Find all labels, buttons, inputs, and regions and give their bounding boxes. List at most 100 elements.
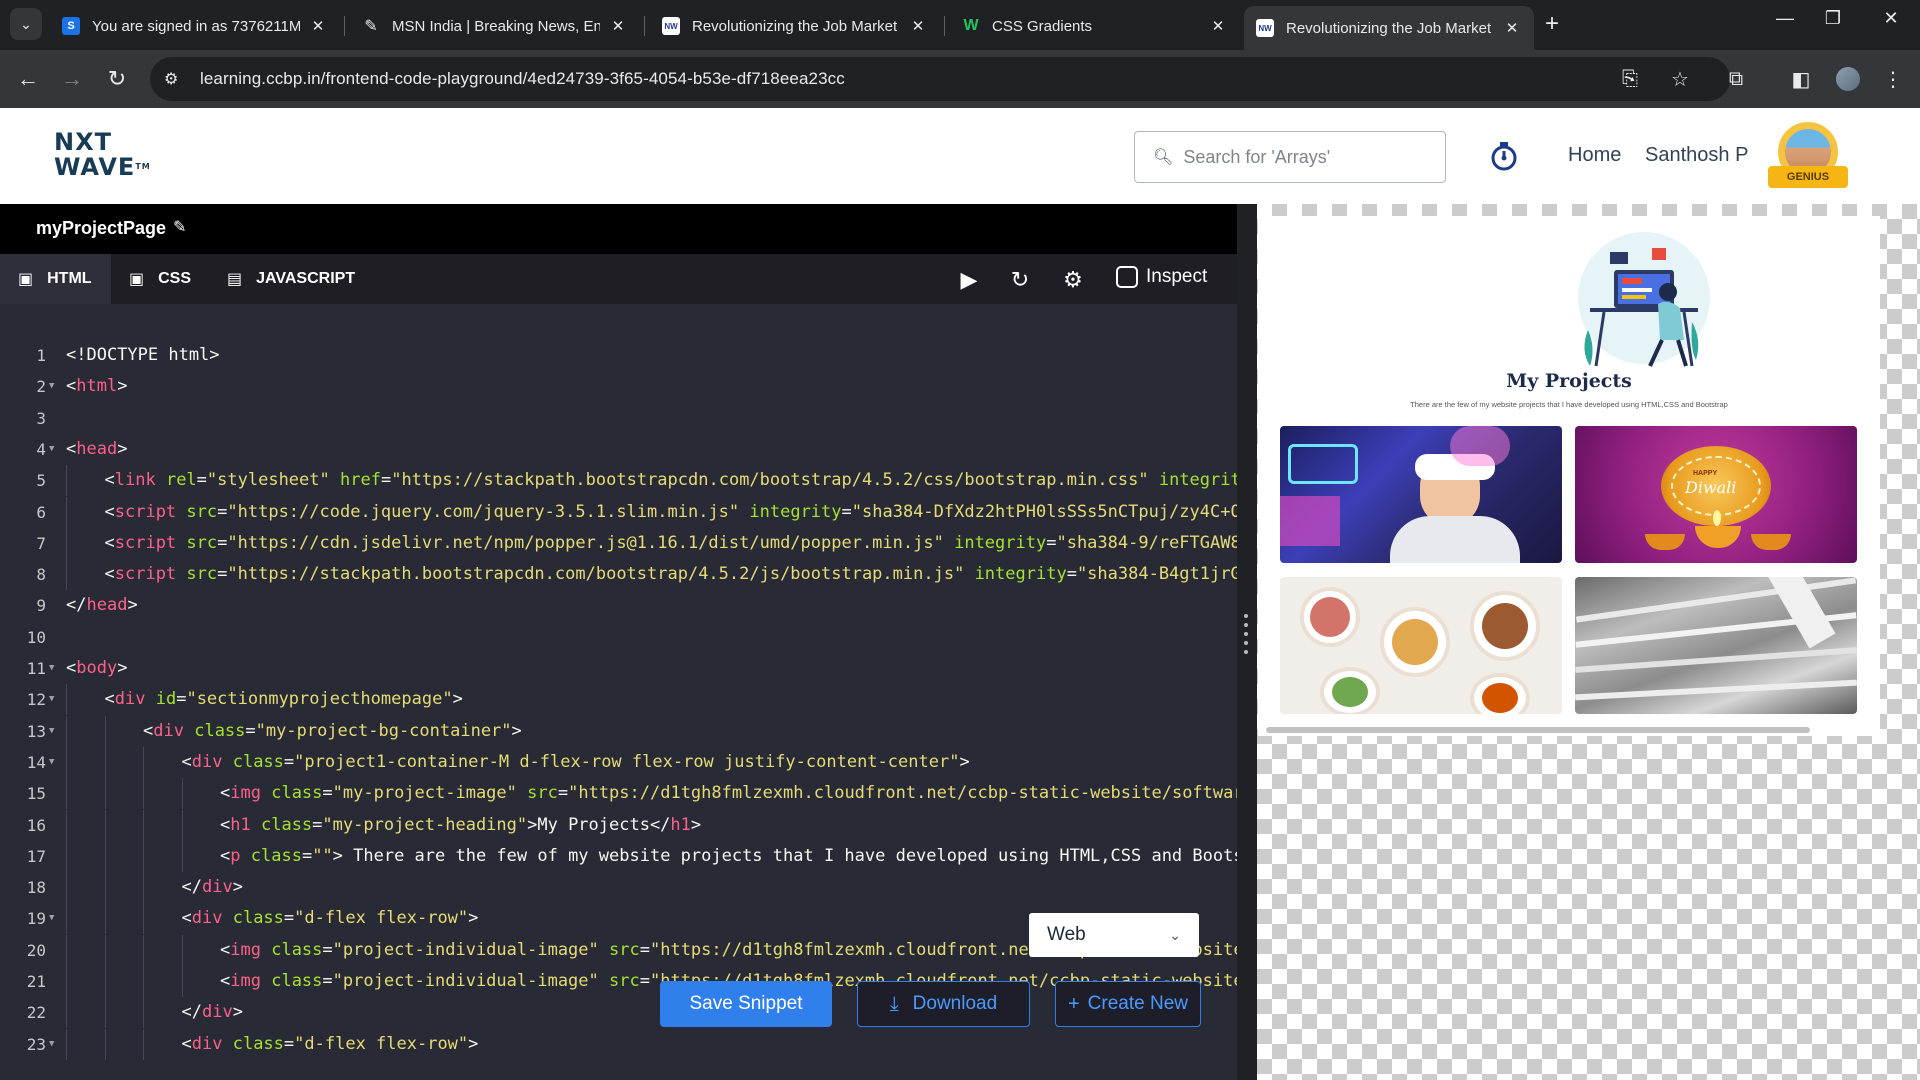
search-box[interactable]: 🔍︎ bbox=[1134, 131, 1446, 183]
window-close-icon[interactable]: ✕ bbox=[1868, 8, 1914, 29]
fold-arrow-icon[interactable]: ▼ bbox=[49, 903, 54, 934]
code-line[interactable]: 5 <link rel="stylesheet" href="https://st… bbox=[0, 465, 1237, 497]
pencil-edit-icon[interactable]: ✎ bbox=[173, 217, 186, 237]
preview-frame[interactable]: My Projects There are the few of my webs… bbox=[1258, 216, 1880, 736]
save-snippet-button[interactable]: Save Snippet bbox=[660, 981, 832, 1027]
address-bar[interactable]: ⚙ learning.ccbp.in/frontend-code-playgro… bbox=[150, 57, 1730, 101]
close-icon[interactable]: ✕ bbox=[308, 17, 328, 35]
search-icon: 🔍︎ bbox=[1153, 149, 1174, 166]
side-panel-icon[interactable]: ◧ bbox=[1785, 63, 1817, 95]
line-number: 12 bbox=[26, 690, 46, 710]
code-line[interactable]: 16 <h1 class="my-project-heading">My Proj… bbox=[0, 809, 1237, 841]
fold-arrow-icon[interactable]: ▼ bbox=[49, 434, 54, 465]
fold-arrow-icon[interactable]: ▼ bbox=[49, 716, 54, 747]
diwali-image: HAPPY Diwali bbox=[1575, 426, 1857, 563]
indent-guide bbox=[104, 809, 106, 841]
create-new-button[interactable]: + Create New bbox=[1055, 981, 1201, 1027]
site-info-icon[interactable]: ⚙ bbox=[164, 69, 188, 89]
code-line[interactable]: 3 bbox=[0, 403, 1237, 434]
code-line[interactable]: 8 <script src="https://stackpath.bootstra… bbox=[0, 559, 1237, 591]
browser-tab-4[interactable]: W CSS Gradients ✕ bbox=[950, 6, 1240, 46]
restore-icon[interactable]: ❐ bbox=[1810, 8, 1856, 29]
code-line[interactable]: 12 ▼ <div id="sectionmyprojecthomepage"> bbox=[0, 684, 1237, 716]
close-icon[interactable]: ✕ bbox=[908, 17, 928, 35]
preview-mode-select[interactable]: Web ⌄ bbox=[1029, 913, 1199, 957]
download-button[interactable]: ⤓ Download bbox=[857, 981, 1030, 1027]
back-arrow-icon[interactable]: ← bbox=[12, 63, 44, 95]
nxtwave-logo[interactable]: NXT WAVETM bbox=[54, 130, 164, 182]
install-app-icon[interactable]: ⎘ bbox=[1622, 57, 1638, 101]
project-name[interactable]: myProjectPage bbox=[36, 218, 166, 239]
reset-icon[interactable]: ↻ bbox=[1004, 264, 1036, 296]
tab-css[interactable]: ▣ CSS bbox=[111, 254, 209, 304]
code-line[interactable]: 10 bbox=[0, 622, 1237, 653]
close-icon[interactable]: ✕ bbox=[1208, 17, 1228, 35]
close-icon[interactable]: ✕ bbox=[1502, 19, 1522, 37]
create-new-label: Create New bbox=[1087, 993, 1188, 1014]
indent-guide bbox=[143, 778, 144, 810]
fold-arrow-icon[interactable]: ▼ bbox=[49, 747, 54, 778]
url-text[interactable]: learning.ccbp.in/frontend-code-playgroun… bbox=[200, 69, 845, 89]
close-icon[interactable]: ✕ bbox=[608, 17, 628, 35]
fold-arrow-icon[interactable]: ▼ bbox=[49, 684, 54, 715]
tab-html[interactable]: ▣ HTML bbox=[0, 254, 111, 304]
code-area[interactable]: 1 <!DOCTYPE html> 2 ▼ <html> 3 4 ▼ <head> 5 <link … bbox=[0, 304, 1237, 1080]
indent-guide bbox=[181, 966, 183, 997]
bookmark-star-icon[interactable]: ☆ bbox=[1671, 57, 1689, 101]
settings-gear-icon[interactable]: ⚙ bbox=[1057, 264, 1089, 296]
download-label: Download bbox=[912, 993, 998, 1014]
code-line[interactable]: 17 <p class=""> There are the few of my w… bbox=[0, 840, 1237, 872]
new-tab-plus-icon[interactable]: + bbox=[1545, 10, 1559, 38]
code-line[interactable]: 21 <img class="project-individual-image" … bbox=[0, 966, 1237, 997]
search-input[interactable] bbox=[1183, 146, 1434, 168]
code-line[interactable]: 1 <!DOCTYPE html> bbox=[0, 340, 1237, 371]
run-play-icon[interactable]: ▶ bbox=[953, 264, 985, 296]
code-line[interactable]: 18 </div> bbox=[0, 872, 1237, 904]
forward-arrow-icon[interactable]: → bbox=[56, 63, 88, 95]
code-line[interactable]: 2 ▼ <html> bbox=[0, 371, 1237, 402]
user-name[interactable]: Santhosh P bbox=[1645, 144, 1748, 167]
code-line[interactable]: 4 ▼ <head> bbox=[0, 434, 1237, 465]
code-line[interactable]: 7 <script src="https://cdn.jsdelivr.net/n… bbox=[0, 527, 1237, 559]
line-number: 16 bbox=[26, 815, 46, 835]
logo-line2: WAVE bbox=[54, 153, 136, 181]
code-line[interactable]: 6 <script src="https://code.jquery.com/jq… bbox=[0, 496, 1237, 528]
code-line[interactable]: 14 ▼ <div class="project1-container-M d-fl… bbox=[0, 746, 1237, 778]
code-line[interactable]: 15 <img class="my-project-image" src="htt… bbox=[0, 778, 1237, 810]
browser-toolbar: ← → ↻ ⚙ learning.ccbp.in/frontend-code-p… bbox=[0, 50, 1920, 108]
browser-tab-5-active[interactable]: NW Revolutionizing the Job Market ✕ bbox=[1244, 6, 1534, 50]
tab-search-button[interactable]: ⌄ bbox=[10, 8, 42, 40]
code-line[interactable]: 23 ▼ <div class="d-flex flex-row"> bbox=[0, 1028, 1237, 1060]
line-number: 20 bbox=[26, 940, 46, 960]
browser-tab-3[interactable]: NW Revolutionizing the Job Market ✕ bbox=[650, 6, 940, 46]
profile-avatar[interactable] bbox=[1832, 63, 1864, 95]
indent-guide bbox=[181, 840, 183, 872]
chevron-down-icon: ⌄ bbox=[20, 15, 32, 32]
code-line[interactable]: 11 ▼ <body> bbox=[0, 653, 1237, 684]
indent-guide bbox=[143, 809, 144, 841]
tab-separator bbox=[944, 16, 945, 36]
minimize-icon[interactable]: — bbox=[1762, 8, 1808, 29]
fold-arrow-icon[interactable]: ▼ bbox=[49, 1029, 54, 1060]
indent-guide bbox=[66, 527, 67, 559]
chrome-menu-icon[interactable]: ⋮ bbox=[1877, 63, 1909, 95]
horizontal-scrollbar[interactable] bbox=[1266, 727, 1810, 733]
tab-javascript[interactable]: ▤ JAVASCRIPT bbox=[209, 254, 373, 304]
fold-arrow-icon[interactable]: ▼ bbox=[49, 653, 54, 684]
download-icon: ⤓ bbox=[889, 992, 899, 1015]
stopwatch-icon[interactable] bbox=[1488, 136, 1520, 176]
panel-resizer-handle[interactable] bbox=[1237, 204, 1257, 1080]
reload-icon[interactable]: ↻ bbox=[101, 63, 133, 95]
code-line[interactable]: 9 </head> bbox=[0, 590, 1237, 621]
nav-home-link[interactable]: Home bbox=[1568, 144, 1621, 167]
browser-tab-1[interactable]: S You are signed in as 7376211M ✕ bbox=[50, 6, 340, 46]
fold-arrow-icon[interactable]: ▼ bbox=[49, 371, 54, 402]
code-line[interactable]: 13 ▼ <div class="my-project-bg-container"> bbox=[0, 715, 1237, 747]
inspect-toggle[interactable]: Inspect bbox=[1116, 266, 1207, 288]
tab-title: CSS Gradients bbox=[992, 17, 1093, 35]
user-avatar-badge[interactable]: GENIUS bbox=[1768, 122, 1848, 190]
extensions-puzzle-icon[interactable]: ⧉ bbox=[1720, 63, 1752, 95]
browser-tab-2[interactable]: ✎ MSN India | Breaking News, Ent ✕ bbox=[350, 6, 640, 46]
code-line[interactable]: 22 </div> bbox=[0, 997, 1237, 1029]
inspect-checkbox[interactable] bbox=[1116, 266, 1138, 288]
